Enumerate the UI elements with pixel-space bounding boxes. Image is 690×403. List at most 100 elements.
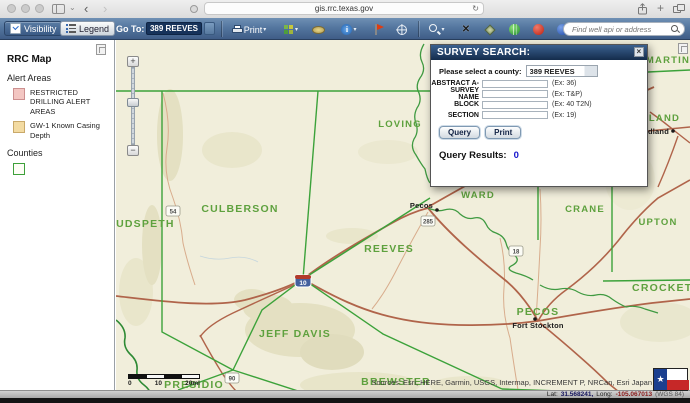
well-search-input[interactable] (564, 25, 670, 34)
county-select[interactable] (526, 65, 598, 77)
clear-selection-button[interactable]: ✕ (458, 22, 474, 37)
block-input[interactable] (482, 101, 548, 109)
county-label: JEFF DAVIS (259, 328, 331, 340)
county-label: CROCKETT (632, 282, 690, 294)
identify-button[interactable]: i ▾ (336, 22, 362, 37)
print-button[interactable]: Print ▾ (226, 22, 272, 37)
county-label: CRANE (565, 204, 605, 215)
basemap-grid-icon (284, 25, 294, 35)
county-label: CULBERSON (201, 203, 278, 215)
map-attribution: Sources: Esri, HERE, Garmin, USGS, Inter… (300, 378, 652, 387)
share-icon[interactable] (637, 3, 648, 15)
map-export-icon[interactable] (678, 43, 688, 54)
highway-shield-icon: 18 (509, 246, 523, 256)
visibility-button[interactable]: Visibility (4, 21, 62, 36)
tab-overview-icon[interactable] (673, 4, 685, 14)
zoom-out-button[interactable]: − (127, 145, 139, 156)
legend-section-alert: Alert Areas (7, 73, 114, 83)
highway-shield-icon: 54 (166, 206, 180, 216)
legend-item: GW-1 Known Casing Depth (13, 121, 114, 140)
legend-item (13, 163, 114, 175)
dialog-titlebar[interactable]: SURVEY SEARCH: × (431, 45, 647, 60)
globe-button[interactable] (506, 22, 522, 37)
reload-icon[interactable]: ↻ (472, 3, 479, 14)
back-button[interactable]: ‹ (84, 0, 88, 18)
legend-item-label: GW-1 Known Casing Depth (30, 121, 108, 140)
survey-name-input[interactable] (482, 90, 548, 98)
city-label: Fort Stockton (512, 321, 564, 330)
globe-icon (509, 24, 520, 35)
flag-button[interactable] (370, 22, 386, 37)
goto-input[interactable] (146, 22, 202, 35)
alert-swatch (13, 88, 25, 100)
legend-title: RRC Map (7, 54, 114, 65)
address-bar[interactable]: gis.rrc.texas.gov ↻ (204, 2, 484, 15)
chevron-down-icon: ▾ (263, 27, 266, 33)
forward-button[interactable]: › (103, 0, 107, 18)
svg-text:90: 90 (229, 377, 236, 383)
zoom-slider[interactable]: + − (126, 56, 140, 156)
close-icon[interactable]: × (634, 47, 644, 57)
chevron-down-icon[interactable]: ⌄ (69, 3, 76, 12)
long-label: Long: (596, 391, 612, 398)
legend-label: Legend (79, 24, 109, 34)
query-button[interactable]: Query (439, 126, 480, 139)
panel-export-icon[interactable] (96, 44, 106, 55)
legend-panel: RRC Map Alert Areas RESTRICTED DRILLING … (0, 40, 115, 390)
new-tab-button[interactable]: + (657, 1, 664, 15)
section-label: SECTION (431, 112, 482, 119)
chevron-down-icon: ▾ (441, 27, 444, 33)
window-zoom-button[interactable] (35, 4, 44, 13)
abstract-input[interactable] (482, 80, 548, 88)
goto-submit-button[interactable] (204, 22, 215, 35)
scale-bar: 0 10 20mi (128, 374, 200, 387)
bottom-bar (0, 398, 690, 403)
well-search-box[interactable] (563, 22, 685, 36)
zoom-tools-button[interactable]: ▾ (424, 22, 450, 37)
window-minimize-button[interactable] (21, 4, 30, 13)
window-close-button[interactable] (7, 4, 16, 13)
zoom-in-button[interactable]: + (127, 56, 139, 67)
site-settings-icon[interactable] (190, 5, 198, 13)
section-input[interactable] (482, 111, 548, 119)
county-label: MARTIN (646, 55, 690, 66)
svg-text:10: 10 (299, 280, 307, 287)
legend-section-counties: Counties (7, 148, 114, 158)
magnifier-icon (429, 24, 440, 35)
info-icon: i (341, 24, 352, 35)
svg-text:18: 18 (513, 250, 520, 256)
legend-item-label: RESTRICTED DRILLING ALERT AREAS (30, 88, 108, 116)
address-url: gis.rrc.texas.gov (315, 4, 373, 13)
locate-button[interactable] (394, 22, 410, 37)
measure-tool-icon (312, 26, 325, 34)
scale-ten: 10 (155, 380, 162, 387)
print-results-button[interactable]: Print (485, 126, 521, 139)
query-results-value: 0 (514, 150, 519, 161)
scale-twenty: 20mi (185, 380, 200, 387)
city-dot (435, 208, 439, 212)
zoom-thumb[interactable] (127, 98, 139, 107)
counties-swatch (13, 163, 25, 175)
basemap-button[interactable]: ▾ (278, 22, 304, 37)
legend-item: RESTRICTED DRILLING ALERT AREAS (13, 88, 114, 116)
search-icon[interactable] (670, 24, 680, 34)
sidebar-toggle-icon[interactable] (52, 4, 65, 14)
coordinate-statusbar: Lat: 31.568241, Long: -105.067013 (WGS 8… (0, 390, 690, 398)
survey-search-dialog: SURVEY SEARCH: × Please select a county:… (430, 44, 648, 187)
measure-button[interactable] (310, 22, 326, 37)
app-toolbar: Visibility Legend Go To: Print ▾ ▾ i ▾ (0, 18, 690, 40)
diamond-tool-icon (484, 24, 495, 35)
visibility-label: Visibility (24, 24, 56, 34)
city-dot (671, 129, 675, 133)
long-value: -105.067013 (616, 391, 653, 398)
legend-button[interactable]: Legend (60, 21, 115, 36)
red-circle-icon (533, 24, 544, 35)
section-hint: (Ex: 19) (552, 112, 577, 119)
datum-label: (WGS 84) (655, 391, 684, 398)
county-label: PECOS (517, 306, 560, 318)
red-theme-button[interactable] (530, 22, 546, 37)
shape-select-button[interactable] (482, 22, 498, 37)
browser-chrome: ⌄ ‹ › gis.rrc.texas.gov ↻ + (0, 0, 690, 19)
toolbar-separator (418, 21, 419, 37)
survey-name-hint: (Ex: T&P) (552, 91, 582, 98)
